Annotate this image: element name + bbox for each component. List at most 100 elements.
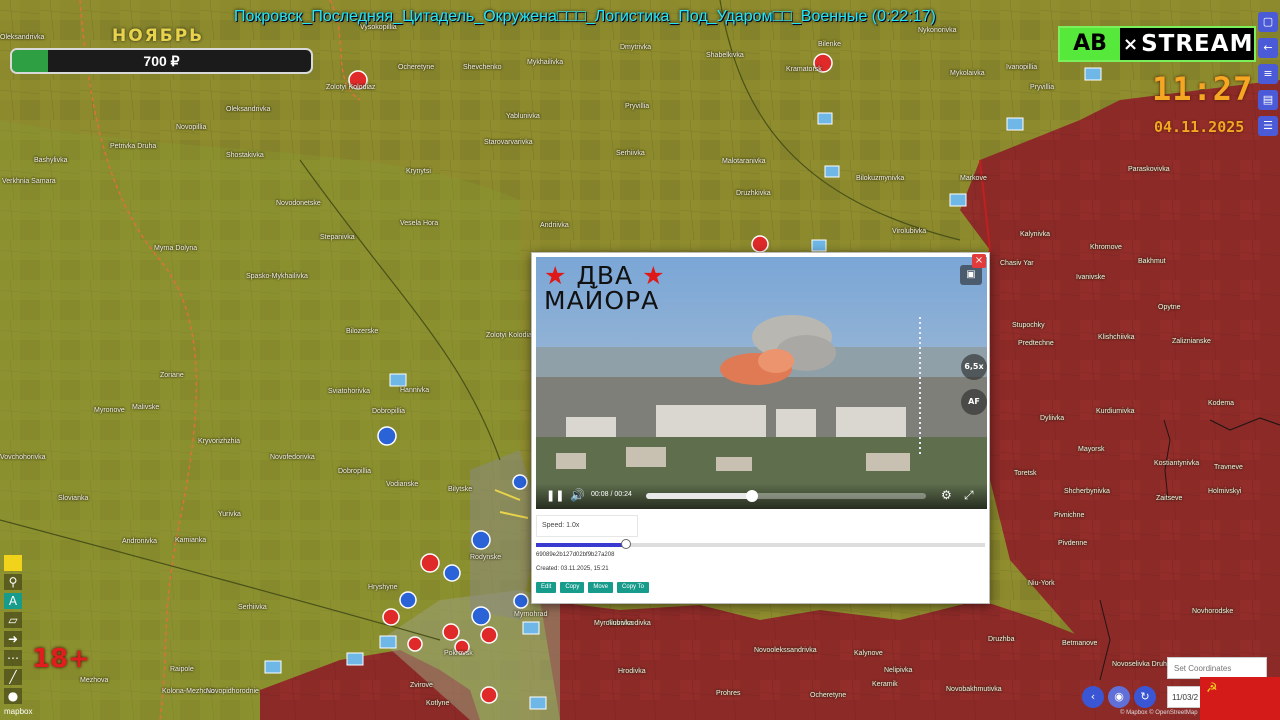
media-id: 69089e2b127d02bf9b27a208 (536, 552, 615, 558)
polygon-icon[interactable]: ▱ (4, 612, 22, 628)
town-label: Shcherbynivka (1064, 488, 1110, 495)
town-label: Pokrovsk (444, 650, 473, 657)
town-label: Novhorodske (1192, 608, 1234, 615)
town-label: Spasko-Mykhailivka (246, 273, 308, 280)
donation-progress-fill (12, 50, 48, 72)
created-timestamp: Created: 03.11.2025, 15:21 (536, 566, 609, 572)
pin-icon[interactable]: ⚲ (4, 574, 22, 590)
copy-to-button[interactable]: Copy To (617, 582, 649, 593)
town-label: Novobakhmutivka (946, 686, 1002, 693)
line-tool-icon[interactable]: ⋯ (4, 650, 22, 666)
close-icon[interactable]: × (972, 254, 986, 268)
town-label: Serhiivka (238, 604, 267, 611)
town-label: Nelipivka (884, 667, 913, 674)
autofocus-label: AF (961, 389, 987, 415)
set-coordinates-input[interactable] (1167, 657, 1267, 679)
town-label: Ivanopillia (1006, 64, 1038, 71)
list-icon[interactable]: ☰ (1258, 116, 1278, 136)
speed-slider-handle[interactable] (620, 539, 631, 549)
donation-amount: 700 ₽ (143, 53, 180, 69)
town-label: Mykhailivka (527, 59, 564, 66)
soviet-flag: ☭ (1200, 677, 1280, 720)
speed-select[interactable]: Speed: 1.0x (536, 515, 638, 537)
town-label: Druzhkivka (736, 190, 771, 197)
yellow-marker-icon[interactable] (4, 555, 22, 571)
video-player[interactable]: ★ ДВА ★ МАЙОРА ▣ 6,5x AF ❚❚ 🔊 00:08 / 00… (536, 257, 987, 509)
pen-tool-icon[interactable]: ╱ (4, 669, 22, 685)
town-label: Dobropillia (338, 468, 372, 475)
town-label: Prohres (716, 690, 741, 697)
popup-actions: Edit Copy Move Copy To (536, 582, 649, 593)
town-label: Novoselivka Druha (1112, 661, 1171, 668)
speed-slider[interactable] (536, 539, 985, 549)
town-label: Andronivka (122, 538, 158, 545)
town-label: Dobropillia (372, 408, 406, 415)
zoom-level-label: 6,5x (961, 354, 987, 380)
back-arrow-icon[interactable]: ← (1258, 38, 1278, 58)
town-label: Bashylivka (34, 157, 68, 164)
town-label: Markove (960, 175, 987, 182)
town-label: Raipole (170, 666, 194, 673)
map-attribution[interactable]: © Mapbox © OpenStreetMap (1120, 710, 1198, 716)
hammer-sickle-icon: ☭ (1206, 681, 1218, 696)
seek-handle[interactable] (746, 490, 759, 502)
town-label: Toretsk (1014, 470, 1037, 477)
fullscreen-icon[interactable]: ⤢ (964, 488, 974, 503)
mapbox-logo[interactable]: mapbox (4, 707, 32, 716)
town-label: Ocheretyne (398, 64, 435, 71)
town-label: Niu-York (1028, 580, 1055, 587)
picture-in-picture-icon[interactable]: ▣ (960, 265, 982, 285)
town-label: Klishchiivka (1098, 334, 1135, 341)
edit-button[interactable]: Edit (536, 582, 557, 593)
town-label: Stepanivka (320, 234, 355, 241)
town-label: Hrodivka (618, 668, 646, 675)
town-label: Bilenke (818, 41, 841, 48)
town-label: Andriivka (540, 222, 569, 229)
town-label: Mayorsk (1078, 446, 1105, 453)
logo-stream-text: STREAM (1141, 31, 1254, 57)
map-nav-controls: ‹ ◉ ↻ (1082, 686, 1172, 708)
town-label: Oleksandrivka (0, 34, 45, 41)
town-label: Malotaranivka (722, 158, 766, 165)
town-label: Zolotyi Kolodiaz (326, 84, 376, 91)
layers-icon[interactable]: ≡ (1258, 64, 1278, 84)
panel-icon[interactable]: ▤ (1258, 90, 1278, 110)
town-label: Bilozerske (346, 328, 379, 335)
arrow-tool-icon[interactable]: ➜ (4, 631, 22, 647)
refresh-icon[interactable]: ↻ (1134, 686, 1156, 708)
copy-button[interactable]: Copy (560, 582, 585, 593)
town-label: Bilytske (448, 486, 473, 493)
text-tool-icon[interactable]: A (4, 593, 22, 609)
town-label: Shevchenko (463, 64, 502, 71)
town-label: Starovarvarivka (484, 139, 533, 146)
town-label: Zoriane (160, 372, 184, 379)
move-button[interactable]: Move (588, 582, 614, 593)
logo-separator: × (1123, 33, 1139, 55)
town-label: Kotlyne (426, 700, 450, 707)
town-label: Ivanivske (1076, 274, 1106, 281)
town-label: Shostakivka (226, 152, 264, 159)
town-label: Verkhnia Samara (2, 178, 56, 185)
pause-icon[interactable]: ❚❚ (546, 489, 564, 502)
prev-date-icon[interactable]: ‹ (1082, 686, 1104, 708)
video-seek-bar[interactable] (646, 490, 926, 502)
town-label: Kurdiumivka (1096, 408, 1135, 415)
expand-icon[interactable]: ▢ (1258, 12, 1278, 32)
town-label: Kostiantynivka (1154, 460, 1200, 467)
stream-date: 04.11.2025 (1154, 118, 1245, 136)
town-label: Myrna Dolyna (154, 245, 198, 252)
town-label: Druzhba (988, 636, 1015, 643)
town-label: Malivske (132, 404, 160, 411)
gear-icon[interactable]: ⚙ (941, 488, 952, 502)
town-label: Stupochky (1012, 322, 1045, 329)
town-label: Sviatohorivka (328, 388, 371, 395)
town-label: Ocheretyne (810, 692, 847, 699)
town-label: Khromove (1090, 244, 1122, 251)
town-label: Mezhova (80, 677, 109, 684)
town-label: Opytne (1158, 304, 1181, 311)
volume-icon[interactable]: 🔊 (570, 488, 585, 502)
calendar-icon[interactable]: ◉ (1108, 686, 1130, 708)
town-label: Paraskovivka (1128, 166, 1170, 173)
red-pin-icon[interactable]: ● (4, 688, 22, 704)
town-label: Zvirove (410, 682, 433, 689)
